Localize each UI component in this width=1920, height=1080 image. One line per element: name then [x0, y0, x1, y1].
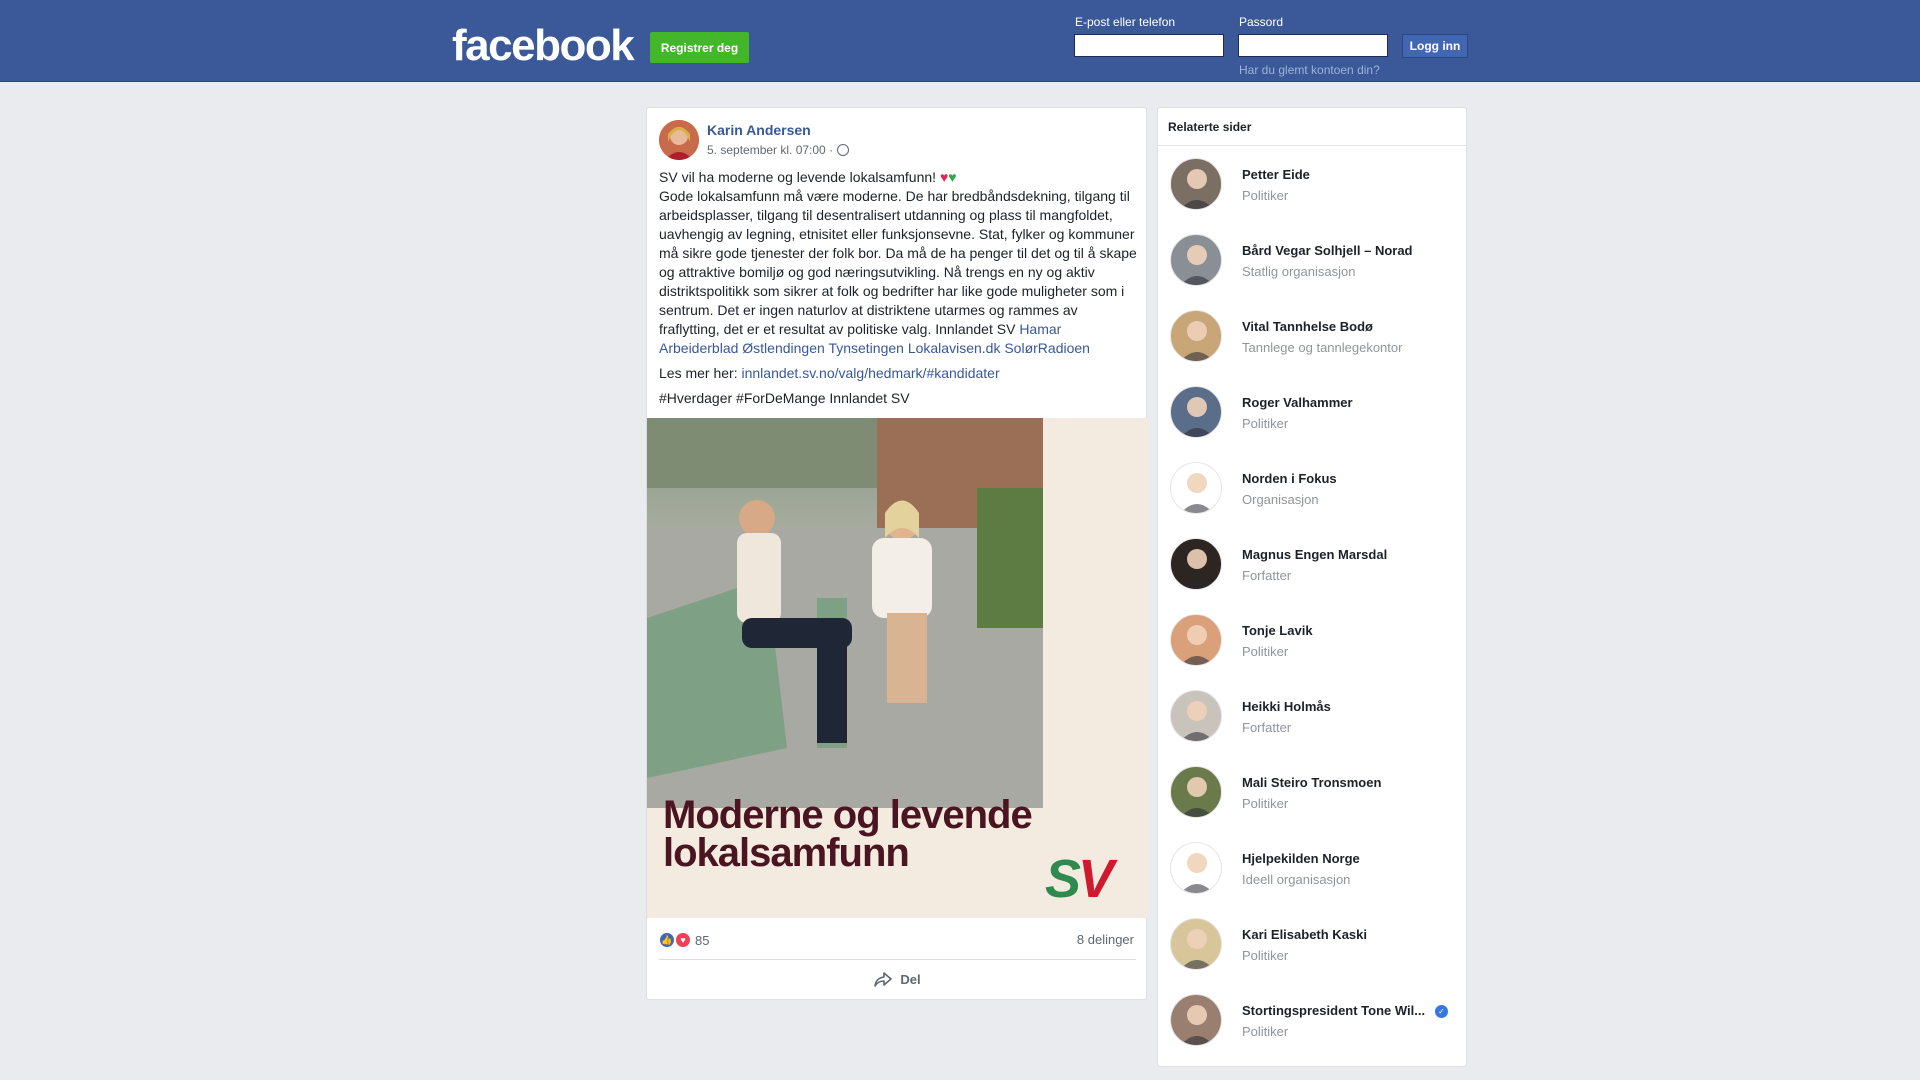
- shares-count[interactable]: 8 delinger: [1077, 932, 1134, 947]
- email-label: E-post eller telefon: [1075, 15, 1176, 29]
- related-page-avatar[interactable]: [1170, 918, 1222, 970]
- image-headline-line1: Moderne og levende: [663, 793, 1033, 837]
- top-navigation-bar: facebook Registrer deg E-post eller tele…: [0, 0, 1920, 82]
- share-button[interactable]: Del: [647, 963, 1148, 995]
- related-page-category: Forfatter: [1242, 720, 1292, 735]
- post-date[interactable]: 5. september kl. 07:00 ·: [707, 143, 833, 157]
- related-page-category: Organisasjon: [1242, 492, 1319, 507]
- post-headline: SV vil ha moderne og levende lokalsamfun…: [659, 168, 1139, 358]
- related-page-item[interactable]: Tonje Lavik Politiker: [1170, 614, 1460, 670]
- related-page-item[interactable]: Heikki Holmås Forfatter: [1170, 690, 1460, 746]
- related-page-name[interactable]: Tonje Lavik: [1242, 623, 1313, 638]
- verified-badge-icon: ✓: [1435, 1005, 1448, 1018]
- related-page-category: Forfatter: [1242, 568, 1292, 583]
- related-page-avatar[interactable]: [1170, 158, 1222, 210]
- related-pages-panel: Relaterte sider Petter Eide Politiker Bård…: [1157, 107, 1467, 1067]
- related-page-item[interactable]: Norden i Fokus Organisasjon: [1170, 462, 1460, 518]
- reactions-count: 85: [695, 932, 710, 948]
- share-label: Del: [900, 971, 921, 987]
- related-page-name[interactable]: Magnus Engen Marsdal: [1242, 547, 1387, 562]
- related-page-category: Politiker: [1242, 1024, 1289, 1039]
- tag-lokalavisen[interactable]: Lokalavisen.dk: [908, 340, 1001, 356]
- related-page-avatar[interactable]: [1170, 614, 1222, 666]
- related-page-category: Statlig organisasjon: [1242, 264, 1356, 279]
- related-page-name[interactable]: Vital Tannhelse Bodø: [1242, 319, 1373, 334]
- image-headline-line2: lokalsamfunn: [663, 831, 910, 875]
- related-page-avatar[interactable]: [1170, 994, 1222, 1046]
- hashtags: #Hverdager #ForDeMange Innlandet SV: [659, 390, 910, 406]
- related-page-category: Politiker: [1242, 188, 1289, 203]
- related-page-name[interactable]: Stortingspresident Tone Wil...: [1242, 1003, 1425, 1018]
- tag-ostlendingen[interactable]: Østlendingen: [742, 340, 825, 356]
- related-page-name[interactable]: Kari Elisabeth Kaski: [1242, 927, 1367, 942]
- share-arrow-icon: [874, 972, 893, 987]
- related-page-category: Politiker: [1242, 948, 1289, 963]
- related-page-item[interactable]: Bård Vegar Solhjell – Norad Statlig organ…: [1170, 234, 1460, 290]
- author-avatar[interactable]: [659, 120, 699, 160]
- related-page-name[interactable]: Petter Eide: [1242, 167, 1310, 182]
- facebook-logo[interactable]: facebook: [452, 22, 635, 70]
- email-input[interactable]: [1074, 34, 1224, 57]
- related-page-avatar[interactable]: [1170, 766, 1222, 818]
- post-image[interactable]: Moderne og levende lokalsamfunn SV: [647, 418, 1148, 918]
- tag-solorradioen[interactable]: SolørRadioen: [1004, 340, 1090, 356]
- image-headline: Moderne og levende lokalsamfunn: [663, 793, 1033, 875]
- related-page-avatar[interactable]: [1170, 690, 1222, 742]
- forgot-account-link[interactable]: Har du glemt kontoen din?: [1239, 63, 1380, 77]
- related-page-item[interactable]: Petter Eide Politiker: [1170, 158, 1460, 214]
- post-divider: [659, 959, 1136, 960]
- like-reaction-icon: 👍: [659, 932, 675, 948]
- read-more-label: Les mer her:: [659, 365, 738, 381]
- read-more-link[interactable]: innlandet.sv.no/valg/hedmark/#kandidater: [741, 365, 999, 381]
- related-page-avatar[interactable]: [1170, 842, 1222, 894]
- post-headline-text: SV vil ha moderne og levende lokalsamfun…: [659, 169, 937, 185]
- related-page-category: Tannlege og tannlegekontor: [1242, 340, 1403, 355]
- related-page-name[interactable]: Roger Valhammer: [1242, 395, 1353, 410]
- related-page-item[interactable]: Mali Steiro Tronsmoen Politiker: [1170, 766, 1460, 822]
- sv-logo: SV: [1045, 849, 1114, 909]
- related-page-item[interactable]: Kari Elisabeth Kaski Politiker: [1170, 918, 1460, 974]
- green-heart-icon: ♥: [948, 169, 957, 185]
- reactions-summary[interactable]: 👍 ♥ 85: [659, 928, 709, 952]
- post-author-name[interactable]: Karin Andersen: [707, 122, 811, 138]
- related-page-name[interactable]: Heikki Holmås: [1242, 699, 1331, 714]
- password-label: Passord: [1239, 15, 1284, 29]
- related-page-category: Politiker: [1242, 644, 1289, 659]
- tag-tynsetingen[interactable]: Tynsetingen: [828, 340, 904, 356]
- globe-icon: [837, 144, 850, 156]
- related-page-avatar[interactable]: [1170, 538, 1222, 590]
- related-pages-title: Relaterte sider: [1168, 120, 1252, 134]
- related-page-avatar[interactable]: [1170, 386, 1222, 438]
- related-page-category: Ideell organisasjon: [1242, 872, 1351, 887]
- related-divider: [1158, 145, 1466, 146]
- related-page-category: Politiker: [1242, 796, 1289, 811]
- related-page-item[interactable]: Vital Tannhelse Bodø Tannlege og tannlege…: [1170, 310, 1460, 366]
- related-page-item[interactable]: Stortingspresident Tone Wil... Politiker ✓: [1170, 994, 1460, 1050]
- related-page-name[interactable]: Mali Steiro Tronsmoen: [1242, 775, 1381, 790]
- related-page-avatar[interactable]: [1170, 462, 1222, 514]
- related-page-item[interactable]: Hjelpekilden Norge Ideell organisasjon: [1170, 842, 1460, 898]
- related-page-name[interactable]: Bård Vegar Solhjell – Norad: [1242, 243, 1413, 258]
- related-page-name[interactable]: Hjelpekilden Norge: [1242, 851, 1360, 866]
- register-button[interactable]: Registrer deg: [650, 32, 749, 63]
- related-page-category: Politiker: [1242, 416, 1289, 431]
- post-text: SV vil ha moderne og levende lokalsamfun…: [659, 168, 1139, 414]
- read-more-line: Les mer her: innlandet.sv.no/valg/hedmar…: [659, 364, 1139, 383]
- related-page-avatar[interactable]: [1170, 234, 1222, 286]
- password-input[interactable]: [1238, 34, 1388, 57]
- login-button[interactable]: Logg inn: [1402, 34, 1468, 58]
- love-reaction-icon: ♥: [675, 932, 691, 948]
- related-page-name[interactable]: Norden i Fokus: [1242, 471, 1337, 486]
- post-photo: [647, 418, 1043, 808]
- related-page-avatar[interactable]: [1170, 310, 1222, 362]
- post-body-text: Gode lokalsamfunn må være moderne. De ha…: [659, 188, 1137, 337]
- post-card: Karin Andersen 5. september kl. 07:00 · …: [646, 107, 1148, 1000]
- related-page-item[interactable]: Magnus Engen Marsdal Forfatter: [1170, 538, 1460, 594]
- related-page-item[interactable]: Roger Valhammer Politiker: [1170, 386, 1460, 442]
- post-meta: 5. september kl. 07:00 ·: [707, 143, 850, 157]
